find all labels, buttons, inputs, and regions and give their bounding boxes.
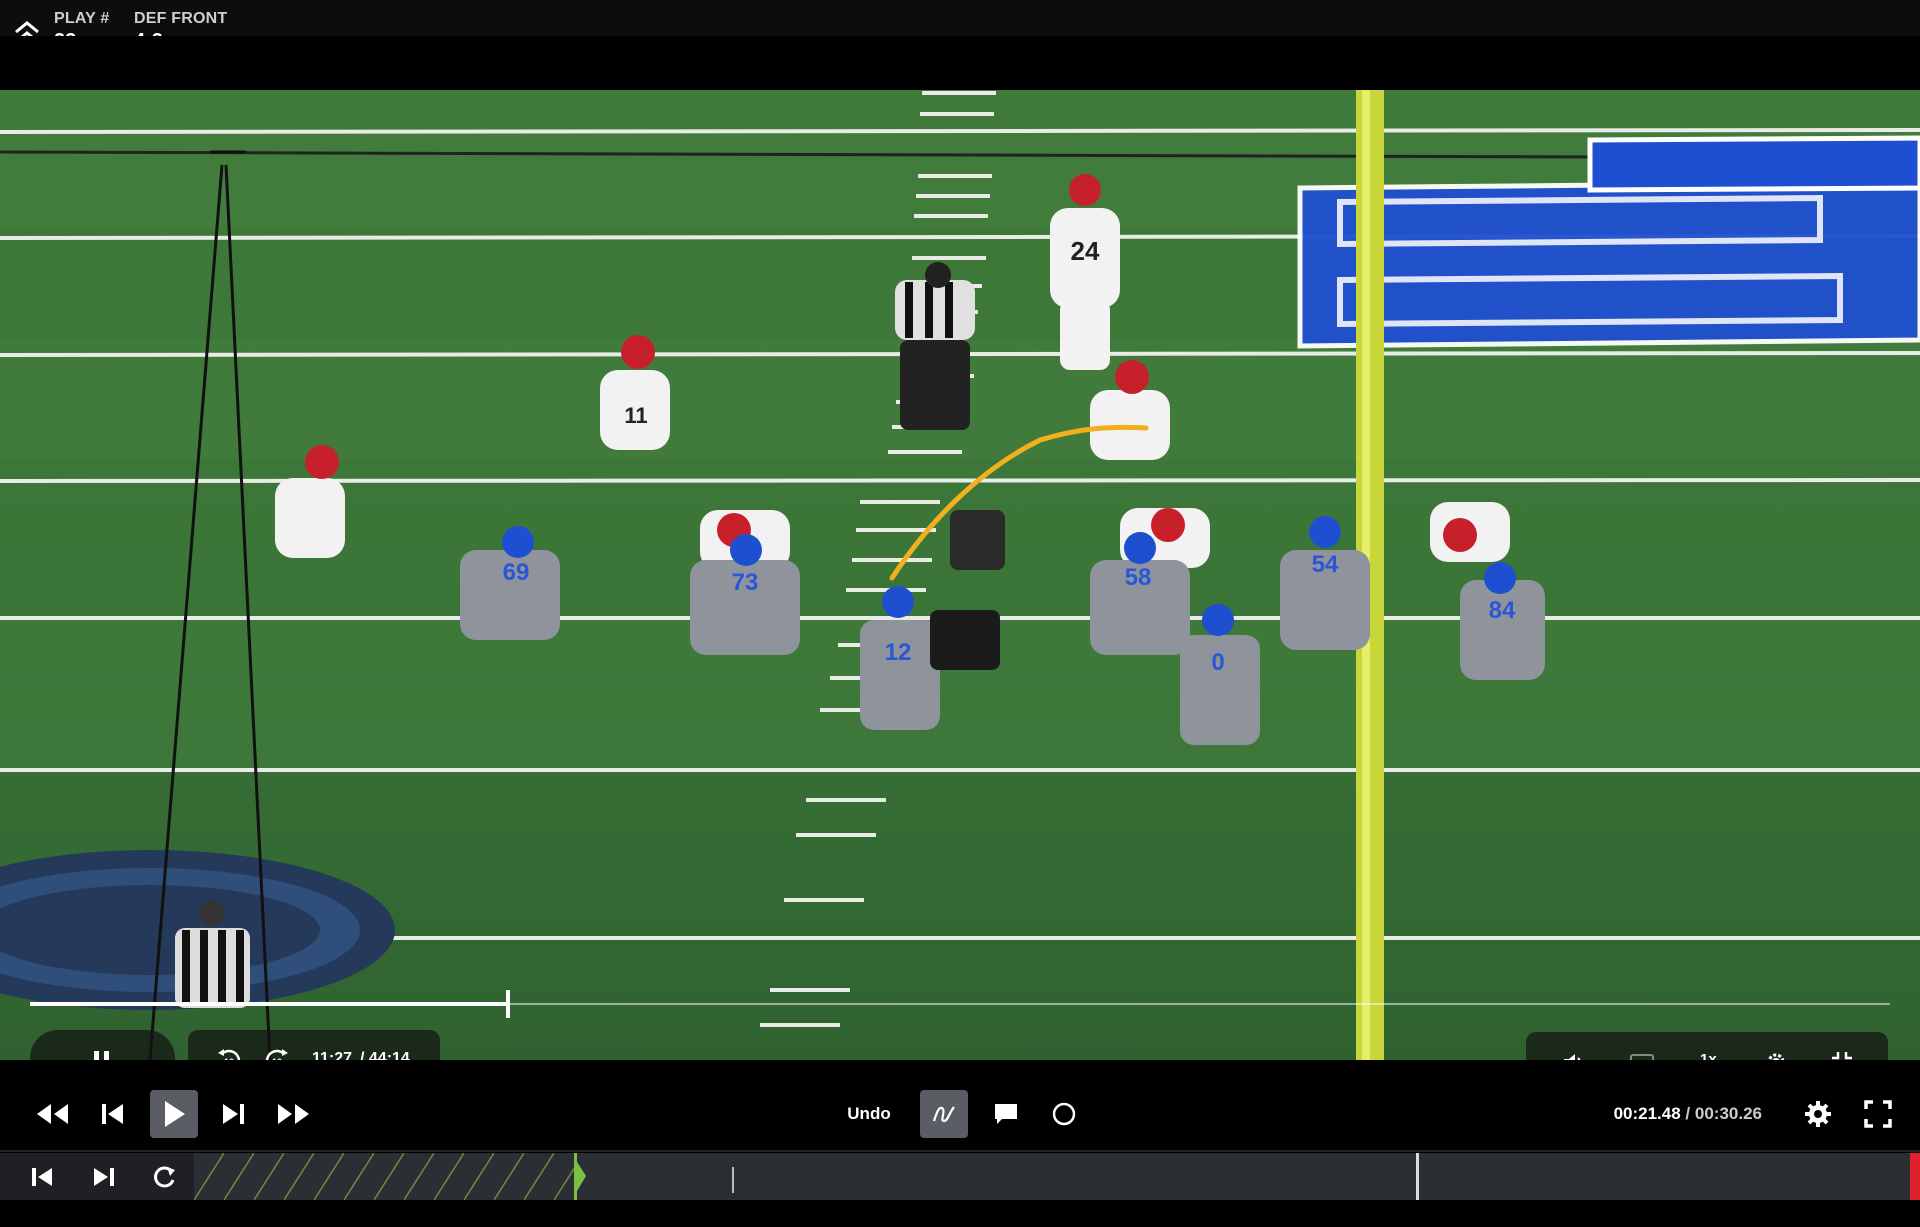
timeline-playhead-marker[interactable] xyxy=(574,1157,586,1196)
rewind-icon[interactable] xyxy=(30,1094,74,1134)
clip-duration: 00:30.26 xyxy=(1694,1104,1762,1123)
fast-forward-icon[interactable] xyxy=(272,1094,316,1134)
field-scene: 24 11 69 7312 5805484 xyxy=(0,90,1920,1060)
svg-text:CC: CC xyxy=(1636,1059,1648,1060)
fullscreen-icon[interactable] xyxy=(1858,1094,1898,1134)
top-bar: PLAY # 22 DEF FRONT 4-2 xyxy=(0,0,1920,52)
exit-fullscreen-icon[interactable] xyxy=(1826,1046,1858,1060)
forward-10-icon[interactable]: 10 xyxy=(262,1046,292,1060)
scrubber-progress xyxy=(30,1002,509,1006)
circle-icon xyxy=(1052,1102,1076,1126)
undo-button[interactable]: Undo xyxy=(836,1094,902,1134)
step-forward-icon[interactable] xyxy=(214,1094,254,1134)
svg-text:84: 84 xyxy=(1489,597,1516,624)
playlist-timeline[interactable] xyxy=(194,1153,1920,1200)
svg-text:10: 10 xyxy=(272,1057,282,1060)
svg-text:73: 73 xyxy=(732,569,759,596)
skip-start-icon[interactable] xyxy=(24,1161,60,1193)
pen-tool-button[interactable] xyxy=(920,1090,968,1138)
svg-text:54: 54 xyxy=(1312,551,1339,578)
video-scrubber[interactable] xyxy=(30,990,1890,1018)
clip-time-separator: / xyxy=(1680,1104,1695,1123)
comment-icon xyxy=(995,1104,1017,1124)
play-number-label: PLAY # xyxy=(54,10,110,27)
skip-end-icon[interactable] xyxy=(86,1161,122,1193)
rewind-10-icon[interactable]: 10 xyxy=(214,1046,244,1060)
svg-text:0: 0 xyxy=(1211,649,1224,676)
svg-text:58: 58 xyxy=(1125,564,1152,591)
svg-text:10: 10 xyxy=(224,1057,234,1060)
svg-text:12: 12 xyxy=(885,639,912,666)
gear-icon[interactable] xyxy=(1798,1094,1838,1134)
play-icon xyxy=(165,1101,185,1127)
captions-icon[interactable]: CC xyxy=(1626,1046,1658,1060)
defensive-front-label: DEF FRONT xyxy=(134,10,228,27)
current-time: 11:27 xyxy=(312,1050,353,1060)
letterbox-top xyxy=(0,36,1920,90)
clip-current-time: 00:21.48 xyxy=(1613,1104,1681,1123)
volume-icon[interactable] xyxy=(1558,1046,1590,1060)
video-frame[interactable]: 24 11 69 73 12 58 0 54 84 11:27 / 44:14 … xyxy=(0,90,1920,1060)
play-button[interactable] xyxy=(150,1090,198,1138)
playlist-nav xyxy=(0,1153,194,1200)
svg-text:11: 11 xyxy=(624,403,647,428)
comment-tool-button[interactable] xyxy=(986,1094,1026,1134)
toolbar-divider xyxy=(0,1150,1920,1152)
step-back-icon[interactable] xyxy=(92,1094,132,1134)
clip-time: 00:21.48 / 00:30.26 xyxy=(1590,1104,1762,1124)
repeat-icon[interactable] xyxy=(146,1161,182,1193)
pen-icon xyxy=(932,1106,955,1123)
circle-tool-button[interactable] xyxy=(1044,1094,1084,1134)
timeline-track xyxy=(194,1153,1920,1200)
svg-text:69: 69 xyxy=(503,559,530,586)
total-duration: / 44:14 xyxy=(360,1050,410,1060)
scrubber-handle[interactable] xyxy=(506,990,511,1018)
pause-icon[interactable] xyxy=(82,1042,122,1060)
svg-text:24: 24 xyxy=(1071,236,1100,266)
playback-speed[interactable]: 1x xyxy=(1700,1051,1717,1060)
settings-icon[interactable] xyxy=(1760,1046,1792,1060)
